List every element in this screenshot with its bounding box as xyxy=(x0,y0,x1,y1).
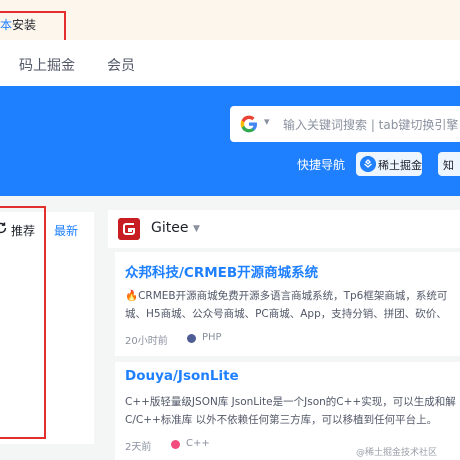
source-dropdown-icon[interactable]: ▼ xyxy=(193,224,200,234)
repo-description: C++版轻量级JSON库 JsonLite是一个Json的C++实现，可以生成和… xyxy=(125,396,456,408)
nav-item-vip[interactable]: 会员 xyxy=(107,55,135,75)
repo-title[interactable]: Douya/JsonLite xyxy=(125,368,239,384)
zhihu-shortcut[interactable]: 知 xyxy=(438,152,460,176)
repo-description: 🔥CRMEB开源商城免费开源多语言商城系统，Tp6框架商城，系统可 xyxy=(125,290,448,302)
install-label[interactable]: 安装 xyxy=(12,18,36,32)
repo-description: C/C++标准库 以外不依赖任何第三方库，可以移植到任何平台上。 xyxy=(125,414,438,426)
juejin-logo-icon xyxy=(360,156,376,172)
repo-card[interactable]: 众邦科技/CRMEB开源商城系统 🔥CRMEB开源商城免费开源多语言商城系统，T… xyxy=(115,252,460,356)
repo-time: 2天前 xyxy=(125,442,152,453)
search-input[interactable]: 输入关键词搜索 | tab键切换引擎 xyxy=(283,116,458,133)
tab-recommended[interactable]: 推荐 xyxy=(11,222,35,239)
language-dot-icon xyxy=(171,440,180,449)
gitee-logo-icon xyxy=(118,218,140,240)
repo-language: C++ xyxy=(186,438,210,449)
repo-language: PHP xyxy=(202,332,222,343)
feed-tab-panel xyxy=(0,212,94,444)
juejin-shortcut[interactable]: 稀土掘金 xyxy=(356,152,422,176)
notice-bar xyxy=(0,0,460,40)
notice-link[interactable]: 本 xyxy=(0,18,12,32)
tab-latest[interactable]: 最新 xyxy=(54,222,78,239)
nav-item-code[interactable]: 码上掘金 xyxy=(19,55,75,75)
repo-description: 城、H5商城、公众号商城、PC商城、App，支持分销、拼团、砍价、 xyxy=(125,308,447,320)
repo-title[interactable]: 众邦科技/CRMEB开源商城系统 xyxy=(125,261,318,281)
zhihu-label: 知 xyxy=(443,159,454,172)
engine-dropdown-icon[interactable]: ▾ xyxy=(264,115,270,128)
juejin-label: 稀土掘金 xyxy=(378,159,422,172)
source-name[interactable]: Gitee xyxy=(151,220,188,236)
google-icon[interactable] xyxy=(239,114,259,134)
notice-text: 本安装 xyxy=(0,16,36,33)
watermark: @稀土掘金技术社区 xyxy=(356,448,438,458)
quick-nav-label[interactable]: 快捷导航 xyxy=(297,156,345,173)
search-box[interactable]: ▾ 输入关键词搜索 | tab键切换引擎 xyxy=(230,106,460,142)
refresh-icon[interactable] xyxy=(0,221,8,235)
repo-time: 20小时前 xyxy=(125,336,168,347)
language-dot-icon xyxy=(187,334,196,343)
